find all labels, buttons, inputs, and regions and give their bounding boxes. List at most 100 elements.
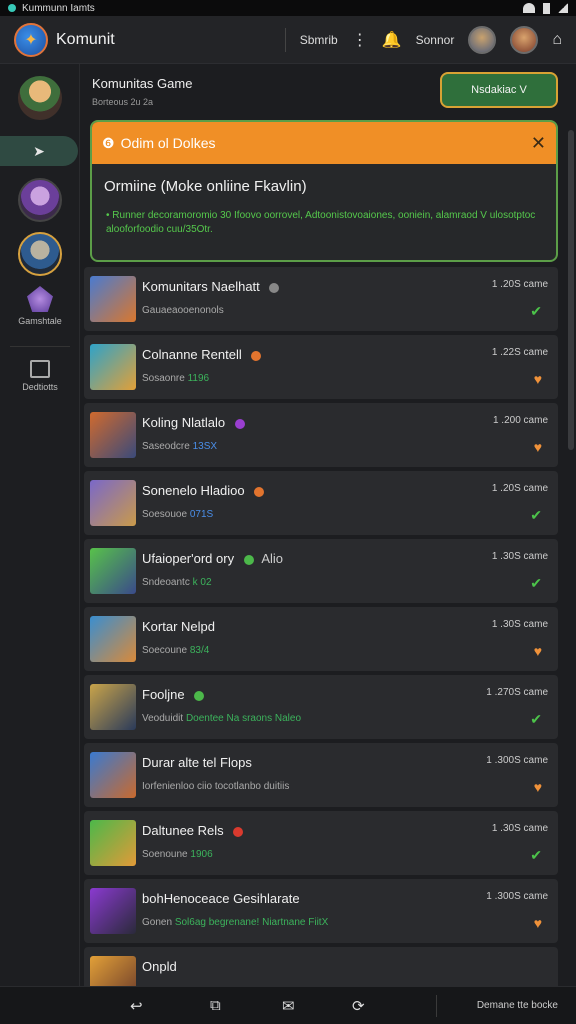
list-item[interactable]: Koling Nlatlalo Saseodcre 13SX 1 .200 ca… [84, 403, 558, 467]
list-item[interactable]: Sonenelo Hladioo Soesouoe 071S 1 .20S ca… [84, 471, 558, 535]
game-meta: Soecoune 83/4 [142, 645, 209, 656]
game-meta-primary: Veoduidit [142, 713, 184, 724]
player-count-value: 1 .22S [491, 347, 521, 358]
player-count-unit: came [523, 279, 548, 290]
check-icon[interactable]: ✔ [530, 507, 542, 524]
game-thumbnail [90, 276, 136, 322]
player-count-value: 1 .270S [486, 687, 521, 698]
game-name-tail: Alio [261, 551, 284, 566]
game-thumbnail [90, 956, 136, 986]
sidebar-avatar[interactable] [18, 232, 62, 276]
player-count: 1 .20S came [492, 483, 548, 494]
check-icon[interactable]: ✔ [530, 575, 542, 592]
game-name-text: Onpld [142, 959, 177, 974]
heart-icon[interactable]: ♥ [534, 779, 542, 795]
scrollbar[interactable] [568, 130, 574, 450]
game-meta: Veoduidit Doentee Na sraons Naleo [142, 713, 301, 724]
game-thumbnail [90, 616, 136, 662]
game-name: Koling Nlatlalo [142, 415, 245, 430]
refresh-icon[interactable]: ⟳ [352, 997, 365, 1015]
gem-icon [27, 286, 53, 312]
status-badge-icon [194, 690, 205, 701]
player-count-unit: came [523, 551, 548, 562]
list-item[interactable]: Fooljne Veoduidit Doentee Na sraons Nale… [84, 675, 558, 739]
message-icon[interactable]: ✉ [282, 997, 295, 1015]
list-item[interactable]: Onpld [84, 947, 558, 986]
top-bar: ✦ Komunit Sbmrib ⋮ 🔔 Sonnor ⌂ [0, 16, 576, 64]
status-badge-icon [234, 418, 245, 429]
header-link-2[interactable]: Sonnor [416, 33, 455, 47]
avatar[interactable] [510, 25, 539, 54]
list-item[interactable]: bohHenoceace Gesihlarate Gonen Sol6ag be… [84, 879, 558, 943]
game-meta-primary: Gauaeaooenonols [142, 305, 224, 316]
heart-icon[interactable]: ♥ [534, 371, 542, 387]
list-item[interactable]: Kortar Nelpd Soecoune 83/4 1 .30S came ♥ [84, 607, 558, 671]
player-count-unit: came [523, 347, 548, 358]
status-badge-icon [243, 554, 254, 565]
player-count-value: 1 .300S [486, 755, 521, 766]
player-count-value: 1 .30S [491, 823, 521, 834]
sidebar-item-label: Dedtiotts [22, 382, 58, 392]
game-name: Daltunee Rels [142, 823, 244, 838]
player-count: 1 .300S came [486, 891, 548, 902]
menu-icon[interactable]: ⋮ [352, 30, 368, 50]
app-logo-icon[interactable]: ✦ [14, 22, 48, 57]
bottom-bar: ↩ ⧉ ✉ ⟳ Demane tte bocke [0, 986, 576, 1024]
heart-icon[interactable]: ♥ [534, 915, 542, 931]
wifi-icon [523, 3, 535, 13]
game-meta-primary: Sosaonre [142, 373, 185, 384]
player-count-unit: came [523, 415, 548, 426]
game-meta-primary: Soenoune [142, 849, 188, 860]
check-icon[interactable]: ✔ [530, 847, 542, 864]
game-name: Ufaioper'ord ory Alio [142, 551, 283, 566]
back-icon[interactable]: ↩ [130, 997, 143, 1015]
list-item[interactable]: Komunitars Naelhatt Gauaeaooenonols 1 .2… [84, 267, 558, 331]
status-icons [523, 2, 568, 14]
list-item[interactable]: Ufaioper'ord ory Alio Sndeoantc k 02 1 .… [84, 539, 558, 603]
list-item[interactable]: Durar alte tel Flops Iorfenienloo ciio t… [84, 743, 558, 807]
list-item[interactable]: Colnanne Rentell Sosaonre 1196 1 .22S ca… [84, 335, 558, 399]
status-badge-icon [269, 282, 280, 293]
sidebar-item-games[interactable]: Gamshtale [0, 286, 80, 326]
cards-icon[interactable]: ⧉ [210, 997, 221, 1014]
game-thumbnail [90, 684, 136, 730]
close-icon[interactable]: ✕ [531, 133, 546, 154]
player-count-unit: came [523, 687, 548, 698]
person-icon[interactable]: ⌂ [552, 31, 562, 49]
player-count: 1 .30S came [492, 619, 548, 630]
game-meta-secondary: Sol6ag begrenane! Niartnane FiitX [174, 917, 329, 928]
bottom-bar-label[interactable]: Demane tte bocke [477, 1000, 558, 1011]
signal-icon [558, 3, 568, 13]
player-count-unit: came [523, 755, 548, 766]
game-meta-primary: Soesouoe [142, 509, 188, 520]
game-meta: Gonen Sol6ag begrenane! Niartnane FiitX [142, 917, 328, 928]
sidebar-avatar[interactable] [18, 76, 62, 120]
game-thumbnail [90, 548, 136, 594]
notification-icon[interactable]: 🔔 [382, 30, 402, 50]
heart-icon[interactable]: ♥ [534, 643, 542, 659]
avatar[interactable] [468, 25, 497, 54]
player-count-value: 1 .20S [491, 483, 521, 494]
player-count: 1 .30S came [492, 551, 548, 562]
game-meta: Sosaonre 1196 [142, 373, 209, 384]
divider [284, 27, 286, 52]
game-name-text: Daltunee Rels [142, 823, 224, 838]
sidebar-item-settings[interactable]: Dedtiotts [0, 360, 80, 392]
heart-icon[interactable]: ♥ [534, 439, 542, 455]
check-icon[interactable]: ✔ [530, 711, 542, 728]
primary-button[interactable]: Nsdakiac V [440, 72, 558, 108]
game-meta-primary: Gonen [142, 917, 173, 928]
sidebar-item-active[interactable]: ➤ [0, 136, 78, 166]
page-title: Komunitas Game [92, 76, 193, 91]
header-link-1[interactable]: Sbmrib [300, 33, 338, 47]
check-icon[interactable]: ✔ [530, 303, 542, 320]
game-meta-secondary: 83/4 [189, 645, 210, 656]
player-count: 1 .300S came [486, 755, 548, 766]
app-status-icon [8, 4, 16, 12]
page-subtitle: Borteous 2u 2a [92, 97, 154, 107]
list-item[interactable]: Daltunee Rels Soenoune 1906 1 .30S came … [84, 811, 558, 875]
player-count-unit: came [523, 823, 548, 834]
game-name-text: Sonenelo Hladioo [142, 483, 245, 498]
divider [436, 995, 437, 1017]
sidebar-avatar[interactable] [18, 178, 62, 222]
